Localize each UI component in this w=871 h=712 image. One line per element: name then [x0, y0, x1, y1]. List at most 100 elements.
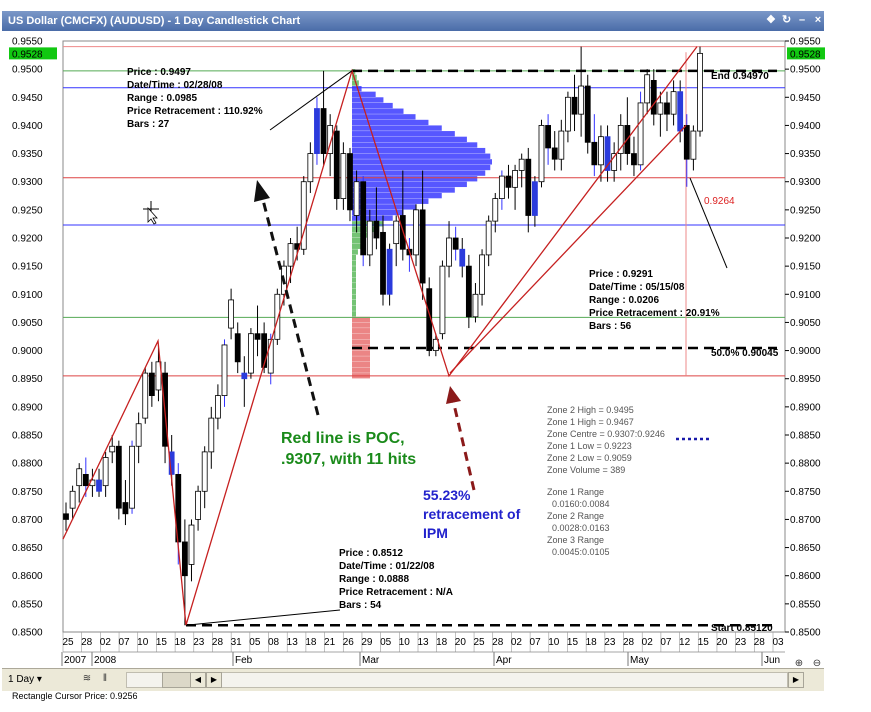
y-axis-tick-left: 0.9150: [12, 262, 43, 273]
y-axis-tick-left: 0.9500: [12, 65, 43, 76]
volume-profile-bar: [352, 328, 370, 334]
zoom-out-icon[interactable]: ⊖: [810, 657, 824, 671]
x-axis-tick-label: 03: [772, 637, 784, 648]
y-axis-tick-left: 0.8500: [12, 628, 43, 639]
callout-text: Price Retracement : 110.92%: [127, 106, 263, 117]
callout-text: Date/Time : 05/15/08: [589, 282, 685, 293]
candle-body: [181, 541, 188, 577]
candle-body: [538, 125, 545, 183]
callout-text: Range : 0.0985: [127, 93, 197, 104]
volume-profile-bar: [352, 243, 361, 249]
zone-stat-text: Zone Volume = 389: [547, 465, 625, 475]
candle-body: [386, 248, 393, 295]
volume-profile-bar: [352, 283, 356, 289]
candle-body: [393, 220, 400, 245]
y-axis-tick-right: 0.8750: [790, 487, 821, 498]
zone-range-text: Zone 1 Range: [547, 487, 604, 497]
y-axis-tick-left: 0.9400: [12, 121, 43, 132]
candle-body: [234, 333, 241, 363]
scroll-prev-button[interactable]: ◀: [190, 672, 206, 688]
y-axis-tick-right: 0.9450: [790, 93, 821, 104]
volume-profile-bar: [352, 147, 486, 154]
current-price-label-right: 0.9528: [790, 49, 821, 60]
current-price-label-left: 0.9528: [12, 49, 43, 60]
volume-profile-bar: [352, 153, 491, 159]
marker-price-label: 0.9264: [704, 196, 735, 207]
y-axis-tick-right: 0.9200: [790, 234, 821, 245]
candle-body: [531, 181, 538, 216]
x-axis-tick-label: 07: [118, 637, 130, 648]
y-axis-tick-left: 0.9550: [12, 37, 43, 48]
y-axis-tick-left: 0.9050: [12, 318, 43, 329]
volume-profile-bar: [352, 97, 384, 103]
candle-body: [353, 181, 360, 216]
candle-body: [419, 209, 426, 284]
x-axis-tick-label: 08: [268, 637, 280, 648]
x-axis-tick-label: 28: [623, 637, 635, 648]
x-axis-tick-label: 20: [455, 637, 467, 648]
callout-text: Date/Time : 02/28/08: [127, 80, 223, 91]
candle-body: [248, 333, 254, 374]
scroll-right-button[interactable]: ▶: [788, 672, 804, 688]
candle-body: [201, 451, 208, 492]
candle-body: [670, 91, 677, 115]
period-dropdown[interactable]: 1 Day ▾: [8, 672, 58, 687]
zone-stat-text: Zone 2 Low = 0.9059: [547, 453, 632, 463]
x-axis-tick-label: 12: [679, 637, 691, 648]
candle-body: [525, 158, 532, 216]
x-axis-month-label: 2007: [64, 655, 87, 666]
callout-text: Range : 0.0888: [339, 574, 409, 585]
volume-profile-bar: [352, 299, 356, 306]
candle-body: [208, 417, 215, 453]
horizontal-scrollbar[interactable]: [126, 672, 788, 688]
x-axis-month-label: Mar: [362, 655, 380, 666]
volume-profile-bar: [352, 159, 492, 165]
candle-body: [188, 524, 195, 565]
zoom-in-icon[interactable]: ⊕: [792, 657, 806, 671]
scroll-next-button[interactable]: ▶: [206, 672, 222, 688]
x-axis-month-label: Apr: [496, 655, 512, 666]
volume-profile-bar: [352, 136, 467, 143]
candle-body: [479, 254, 485, 295]
zone-stat-text: Zone 1 Low = 0.9223: [547, 441, 632, 451]
candle-body: [512, 170, 518, 188]
fib-level-label: 50.0% 0.90045: [711, 348, 779, 359]
y-axis-tick-right: 0.8550: [790, 599, 821, 610]
candle-body: [360, 181, 367, 256]
price-chart[interactable]: End 0.94970 50.0% 0.90045 Start 0.85120 0.9…: [0, 0, 871, 712]
x-axis-tick-label: 25: [473, 637, 485, 648]
candle-body: [122, 502, 129, 515]
y-axis-tick-left: 0.8750: [12, 487, 43, 498]
annotation-text: retracement of: [423, 506, 521, 522]
volume-profile-bar: [352, 367, 370, 373]
candle-body: [307, 153, 314, 183]
x-axis-tick-label: 13: [417, 637, 429, 648]
x-axis-tick-label: 23: [193, 637, 205, 648]
y-axis-tick-left: 0.8700: [12, 515, 43, 526]
candle-body: [485, 220, 492, 256]
bar-settings-icon[interactable]: ‖: [98, 672, 112, 686]
volume-profile-bar: [352, 91, 376, 97]
candle-body: [690, 130, 697, 160]
volume-profile-bar: [352, 322, 370, 328]
y-axis-tick-left: 0.9350: [12, 149, 43, 160]
volume-profile-bar: [352, 339, 370, 345]
chart-type-icon[interactable]: ≋: [80, 672, 94, 686]
x-axis-tick-label: 29: [361, 637, 373, 648]
callout-text: Bars : 56: [589, 321, 632, 332]
zone-range-text: Zone 2 Range: [547, 511, 604, 521]
volume-profile-bar: [352, 277, 356, 283]
candle-body: [465, 265, 472, 318]
fib-level-label: End 0.94970: [711, 71, 769, 82]
candle-body: [373, 220, 380, 239]
candle-body: [102, 457, 109, 487]
callout-text: Price Retracement : 20.91%: [589, 308, 720, 319]
x-axis-tick-label: 28: [754, 637, 766, 648]
callout-text: Bars : 54: [339, 600, 382, 611]
x-axis-tick-label: 15: [698, 637, 710, 648]
candle-body: [287, 243, 294, 267]
y-axis-tick-left: 0.8850: [12, 431, 43, 442]
volume-profile-bar: [352, 215, 393, 221]
candle-body: [333, 130, 340, 199]
candle-body: [558, 130, 565, 160]
